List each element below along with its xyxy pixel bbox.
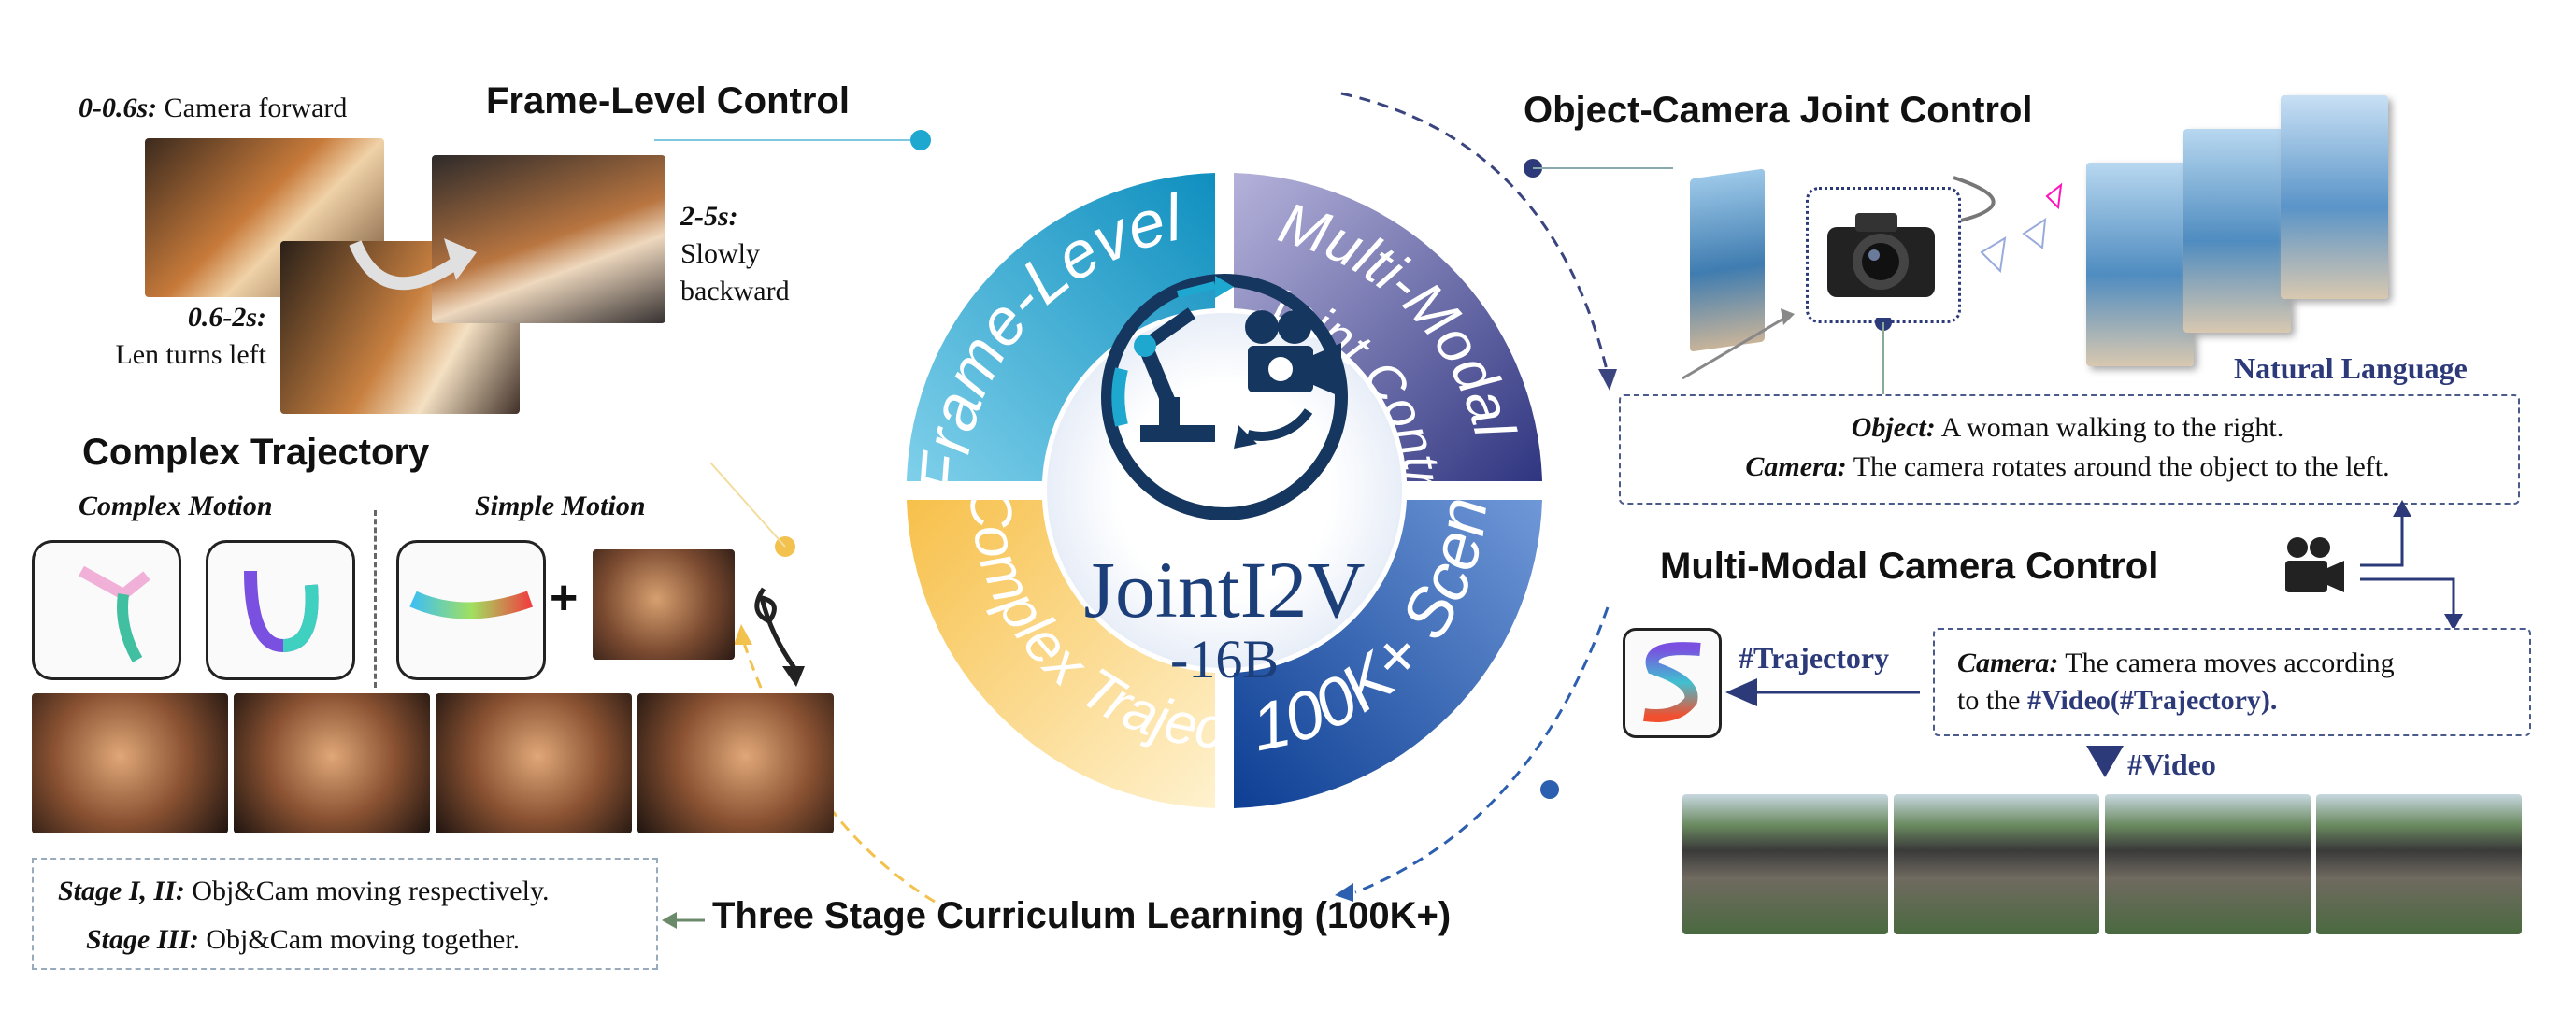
divider [374, 510, 377, 688]
trajectory-description-2: to the #Video(#Trajectory). [1957, 682, 2277, 719]
plus-sign: + [550, 571, 579, 625]
fluffy-creature-photo [637, 693, 834, 833]
caption-0.6-2s: 0.6-2s: Len turns left [75, 299, 266, 374]
object-description: Object: A woman walking to the right. [1619, 409, 2516, 447]
curved-arrow-icon [349, 238, 477, 291]
caption-2-5s: 2-5s: Slowly backward [680, 198, 790, 310]
temple-photo [2316, 794, 2522, 934]
frame-level-heading: Frame-Level Control [486, 80, 850, 121]
stage-1-2-line: Stage I, II: Obj&Cam moving respectively… [58, 873, 550, 910]
fluffy-creature-photo [593, 549, 735, 660]
object-text: A woman walking to the right. [1940, 412, 2284, 443]
woman-walking-photo [2183, 129, 2291, 333]
video-tag: #Video [2127, 748, 2216, 781]
temple-photo [2105, 794, 2311, 934]
caption-text: Slowly [680, 238, 761, 269]
caption-0-0.6s: 0-0.6s: Camera forward [79, 90, 347, 127]
trajectory-description-1: Camera: The camera moves according [1957, 645, 2395, 682]
trajectory-plot-simple [396, 540, 546, 680]
trajectory-icon [409, 591, 534, 619]
trajectory-plot-complex-2 [206, 540, 355, 680]
trajectory-icon [1643, 642, 1701, 722]
trajectory-thumbnail [1623, 628, 1722, 738]
stage-label: Stage III: [86, 924, 199, 955]
triangle-down-icon [2086, 746, 2124, 777]
stage-3-line: Stage III: Obj&Cam moving together. [86, 921, 520, 959]
camera-text: to the [1957, 685, 2021, 716]
caption-time: 2-5s: [680, 201, 738, 232]
fluffy-creature-photo [32, 693, 228, 833]
camera-label: Camera: [1745, 451, 1847, 482]
caption-text: backward [680, 276, 790, 306]
flow-arrows [2360, 500, 2463, 631]
fluffy-creature-photo [234, 693, 430, 833]
motion-arrow-icon [754, 587, 805, 687]
woman-walking-photo [2086, 163, 2194, 366]
simple-motion-label: Simple Motion [475, 491, 646, 521]
camera-text: The camera rotates around the object to … [1853, 451, 2390, 482]
object-label: Object: [1851, 412, 1936, 443]
stage-text: Obj&Cam moving respectively. [192, 876, 550, 906]
complex-motion-label: Complex Motion [79, 491, 273, 521]
caption-time: 0.6-2s: [187, 302, 266, 333]
stage-label: Stage I, II: [58, 876, 185, 906]
camera-text: The camera moves according [2065, 648, 2395, 678]
woman-walking-photo [2281, 95, 2388, 299]
caption-time: 0-0.6s: [79, 93, 158, 123]
camera-icon [1827, 213, 1935, 297]
arrow-left-icon [662, 912, 705, 929]
stage-text: Obj&Cam moving together. [206, 924, 521, 955]
camera-label: Camera: [1957, 648, 2059, 678]
object-camera-heading: Object-Camera Joint Control [1524, 90, 2033, 131]
multimodal-camera-heading: Multi-Modal Camera Control [1660, 546, 2159, 587]
curriculum-heading: Three Stage Curriculum Learning (100K+) [712, 895, 1452, 936]
trajectory-icon [79, 565, 150, 662]
fluffy-creature-photo [436, 693, 632, 833]
trajectory-icon [244, 570, 319, 653]
caption-text: Len turns left [115, 339, 266, 370]
caption-text: Camera forward [164, 93, 348, 123]
trajectory-plot-complex-1 [32, 540, 181, 680]
arrow-left-icon [1725, 678, 1920, 706]
temple-photo [1682, 794, 1888, 934]
complex-trajectory-heading: Complex Trajectory [82, 432, 430, 473]
natural-language-label: Natural Language [2234, 351, 2468, 385]
camera-description: Camera: The camera rotates around the ob… [1619, 449, 2516, 486]
video-camera-icon [2285, 537, 2344, 592]
temple-photo [1894, 794, 2099, 934]
video-trajectory-ref: #Video(#Trajectory). [2027, 685, 2278, 716]
trajectory-tag: #Trajectory [1739, 641, 1890, 675]
